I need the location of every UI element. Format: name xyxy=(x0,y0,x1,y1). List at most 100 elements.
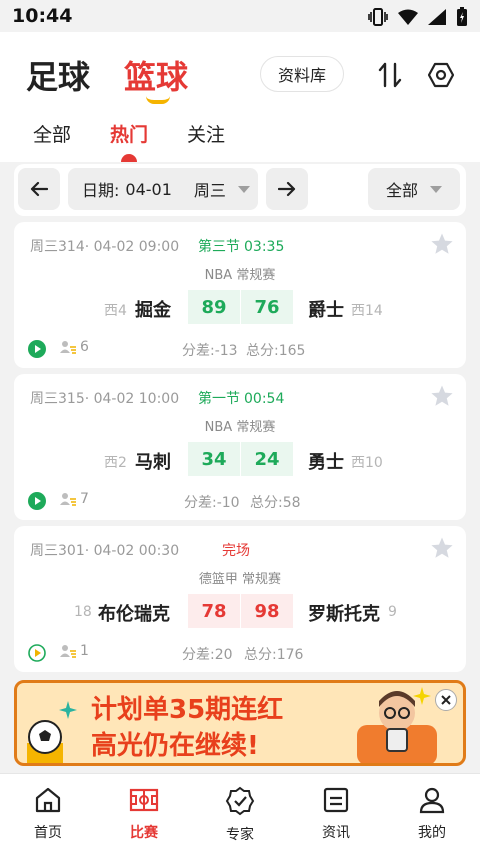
follower-count: 6 xyxy=(80,339,89,355)
home-score: 89 xyxy=(188,290,240,324)
favorite-star-icon[interactable] xyxy=(430,384,454,408)
expert-avatar-illustration xyxy=(357,691,437,763)
sparkle-icon xyxy=(59,701,77,719)
favorite-star-icon[interactable] xyxy=(430,232,454,256)
league-name: 德篮甲 常规赛 xyxy=(198,572,282,587)
signal-icon xyxy=(428,9,446,25)
match-meta: 周三301· 04-02 00:30 xyxy=(30,543,180,559)
vibrate-icon xyxy=(368,8,388,26)
chevron-down-icon xyxy=(430,185,442,193)
score-diff: 分差:-10 xyxy=(184,495,240,511)
match-status: 第三节 03:35 xyxy=(198,236,284,256)
active-sport-indicator xyxy=(146,96,170,104)
home-team: 掘金 xyxy=(135,300,171,321)
nav-news[interactable]: 资讯 xyxy=(296,786,376,842)
tab-football[interactable]: 足球 xyxy=(26,52,90,98)
away-score: 98 xyxy=(241,594,293,628)
match-card[interactable]: 周三301· 04-02 00:30 完场 德篮甲 常规赛 18 布伦瑞克 78… xyxy=(14,526,466,672)
home-icon xyxy=(35,787,61,813)
match-status: 完场 xyxy=(222,540,250,560)
banner-close-button[interactable] xyxy=(435,689,457,711)
nav-matches[interactable]: 比赛 xyxy=(104,786,184,842)
match-meta: 周三315· 04-02 10:00 xyxy=(30,391,180,407)
replay-icon[interactable] xyxy=(28,644,46,662)
match-card[interactable]: 周三315· 04-02 10:00 第一节 00:54 NBA 常规赛 西2 马… xyxy=(14,374,466,520)
home-team: 马刺 xyxy=(135,452,171,473)
away-rank: 9 xyxy=(388,604,397,620)
active-subtab-indicator xyxy=(121,154,137,162)
soccer-ball-icon xyxy=(27,720,63,763)
next-day-button[interactable] xyxy=(266,168,308,210)
score-diff: 分差:20 xyxy=(182,647,233,663)
arrow-right-icon xyxy=(278,181,296,197)
away-team: 罗斯托克 xyxy=(308,604,380,625)
date-value: 04-01 xyxy=(125,179,172,199)
subtab-hot[interactable]: 热门 xyxy=(110,120,148,147)
home-rank: 18 xyxy=(74,604,92,620)
date-filter-bar: 日期: 04-01 周三 全部 xyxy=(14,164,466,216)
badge-check-icon xyxy=(225,786,255,816)
live-play-icon[interactable] xyxy=(28,492,46,510)
away-rank: 西14 xyxy=(351,303,383,319)
period-label: 完场 xyxy=(222,543,250,559)
away-score: 24 xyxy=(241,442,293,476)
user-list-icon xyxy=(60,645,76,658)
user-icon xyxy=(419,787,445,814)
game-clock: 03:35 xyxy=(244,239,285,255)
scope-filter[interactable]: 全部 xyxy=(368,168,460,210)
sort-icon[interactable] xyxy=(378,62,402,88)
nav-experts[interactable]: 专家 xyxy=(200,786,280,844)
match-card[interactable]: 周三314· 04-02 09:00 第三节 03:35 NBA 常规赛 西4 掘… xyxy=(14,222,466,368)
home-score: 34 xyxy=(188,442,240,476)
home-team: 布伦瑞克 xyxy=(98,604,170,625)
settings-icon[interactable] xyxy=(428,62,454,88)
followers: 6 xyxy=(60,339,89,355)
weekday: 周三 xyxy=(193,181,226,200)
subtab-follow[interactable]: 关注 xyxy=(187,120,225,147)
home-score: 78 xyxy=(188,594,240,628)
battery-icon xyxy=(457,7,467,26)
scope-label: 全部 xyxy=(385,181,418,200)
status-bar: 10:44 xyxy=(0,0,480,32)
chevron-down-icon xyxy=(237,185,250,193)
tab-basketball[interactable]: 篮球 xyxy=(124,52,188,98)
date-label: 日期: xyxy=(82,181,120,200)
nav-profile-label: 我的 xyxy=(418,825,446,841)
user-list-icon xyxy=(60,493,76,506)
nav-experts-label: 专家 xyxy=(226,827,254,843)
database-button[interactable]: 资料库 xyxy=(260,56,344,92)
favorite-star-icon[interactable] xyxy=(430,536,454,560)
nav-home-label: 首页 xyxy=(34,825,62,841)
top-bar: 足球 篮球 资料库 全部 热门 关注 xyxy=(0,32,480,162)
period-label: 第三节 xyxy=(198,239,240,255)
away-team: 爵士 xyxy=(308,300,344,321)
league-name: NBA 常规赛 xyxy=(204,268,276,283)
score-total: 总分:58 xyxy=(250,495,301,511)
prev-day-button[interactable] xyxy=(18,168,60,210)
status-time: 10:44 xyxy=(12,5,73,27)
score-diff: 分差:-13 xyxy=(182,343,238,359)
news-icon xyxy=(323,787,349,813)
game-clock: 00:54 xyxy=(244,391,285,407)
banner-subline: 高光仍在继续! xyxy=(91,731,259,761)
follower-count: 7 xyxy=(80,491,89,507)
away-score: 76 xyxy=(241,290,293,324)
nav-news-label: 资讯 xyxy=(322,825,350,841)
away-team: 勇士 xyxy=(308,452,344,473)
away-rank: 西10 xyxy=(351,455,383,471)
user-list-icon xyxy=(60,341,76,354)
court-icon xyxy=(129,788,159,812)
nav-profile[interactable]: 我的 xyxy=(392,786,472,842)
match-status: 第一节 00:54 xyxy=(198,388,284,408)
live-play-icon[interactable] xyxy=(28,340,46,358)
subtab-all[interactable]: 全部 xyxy=(33,120,71,147)
score-total: 总分:176 xyxy=(244,647,304,663)
sparkle-icon xyxy=(413,687,431,705)
promo-banner[interactable]: 计划单35期连红 高光仍在继续! xyxy=(14,680,466,766)
date-selector[interactable]: 日期: 04-01 周三 xyxy=(68,168,258,210)
status-icons xyxy=(368,7,468,27)
league-name: NBA 常规赛 xyxy=(204,420,276,435)
nav-home[interactable]: 首页 xyxy=(8,786,88,842)
wifi-icon xyxy=(398,9,418,25)
close-icon xyxy=(441,695,451,705)
